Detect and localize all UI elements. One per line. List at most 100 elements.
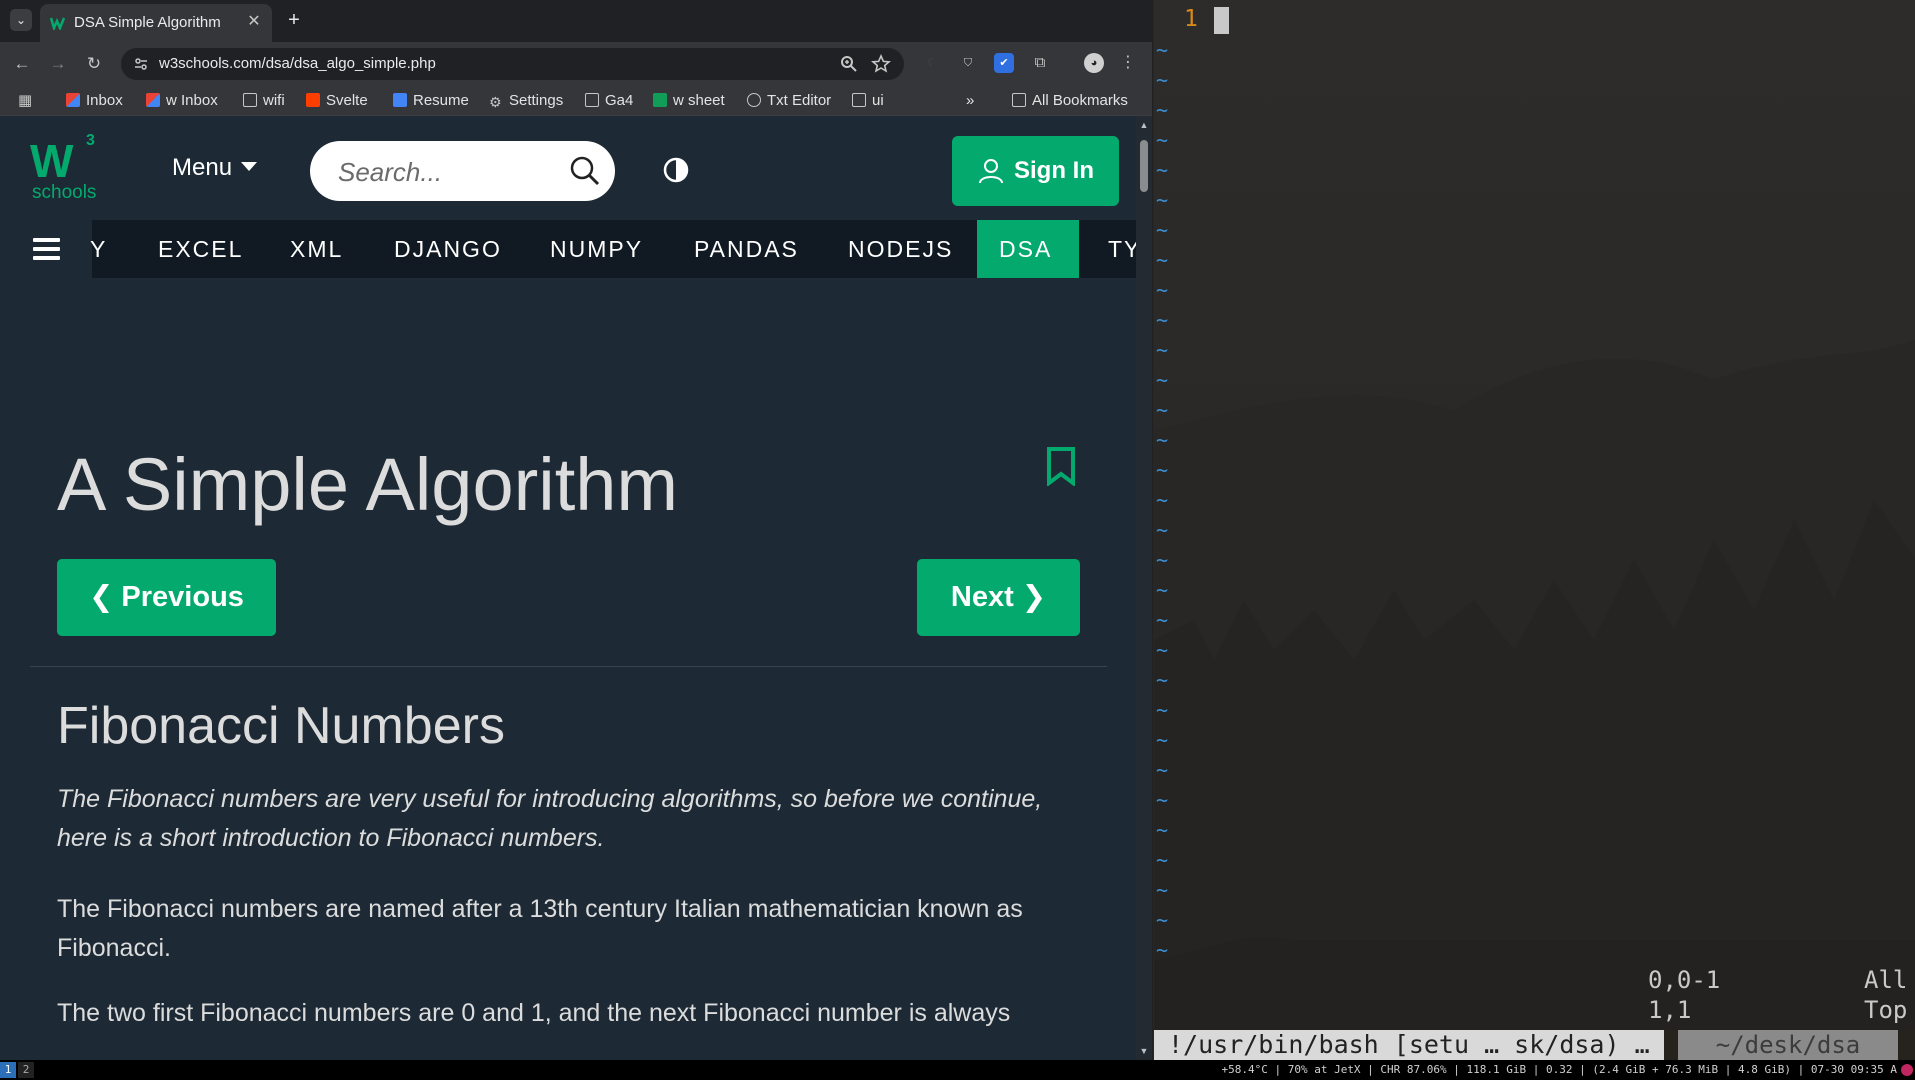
menu-button[interactable]: Menu bbox=[172, 154, 257, 182]
back-arrow-icon[interactable]: ← bbox=[10, 52, 34, 76]
topic-nav-item-numpy[interactable]: NUMPY bbox=[528, 220, 665, 278]
vim-ruler-position: 0,0-1 bbox=[1648, 966, 1721, 994]
close-icon[interactable]: ✕ bbox=[244, 12, 264, 32]
system-status-bar: 1 2 +58.4°C | 70% at JetX | CHR 87.06% |… bbox=[0, 1060, 1915, 1080]
all-bookmarks[interactable]: All Bookmarks bbox=[1012, 91, 1128, 111]
search-input[interactable]: Search... bbox=[310, 141, 615, 201]
topic-nav-item-nodejs[interactable]: NODEJS bbox=[826, 220, 975, 278]
scroll-thumb[interactable] bbox=[1140, 140, 1148, 192]
kebab-menu-icon[interactable]: ⋮ bbox=[1118, 53, 1138, 73]
topic-nav-item-pandas[interactable]: PANDAS bbox=[672, 220, 821, 278]
vim-tilde: ~ bbox=[1156, 308, 1169, 332]
vim-tilde: ~ bbox=[1156, 758, 1169, 782]
star-icon[interactable] bbox=[871, 54, 891, 74]
vim-tilde: ~ bbox=[1156, 368, 1169, 392]
search-icon[interactable] bbox=[569, 155, 601, 187]
vim-tilde: ~ bbox=[1156, 818, 1169, 842]
workspace-2[interactable]: 2 bbox=[18, 1062, 34, 1078]
bookmark-svelte[interactable]: Svelte bbox=[306, 91, 368, 111]
vim-tilde: ~ bbox=[1156, 158, 1169, 182]
site-header: W 3 schools Menu Search... Sign In bbox=[0, 116, 1136, 220]
topic-nav-item-dsa[interactable]: DSA bbox=[977, 220, 1079, 278]
workspace-1[interactable]: 1 bbox=[0, 1062, 16, 1078]
sign-in-button[interactable]: Sign In bbox=[952, 136, 1119, 206]
vim-tilde: ~ bbox=[1156, 398, 1169, 422]
forward-arrow-icon[interactable]: → bbox=[46, 52, 70, 76]
bookmark-settings[interactable]: ⚙ Settings bbox=[489, 91, 563, 111]
menu-label: Menu bbox=[172, 154, 233, 181]
vim-tilde: ~ bbox=[1156, 68, 1169, 92]
bookmark-label: Resume bbox=[413, 92, 469, 109]
page-scrollbar[interactable]: ▲ ▼ bbox=[1136, 116, 1152, 1060]
section-heading: Fibonacci Numbers bbox=[57, 697, 505, 755]
tab-search-button[interactable]: ⌄ bbox=[10, 9, 32, 31]
vim-ruler-position: 1,1 bbox=[1648, 996, 1692, 1024]
previous-button[interactable]: ❮ Previous bbox=[57, 559, 276, 636]
reload-icon[interactable]: ↻ bbox=[82, 52, 106, 76]
bookmark-inbox[interactable]: Inbox bbox=[66, 91, 123, 111]
profile-avatar[interactable]: ◕ bbox=[1084, 53, 1104, 73]
vim-tilde: ~ bbox=[1156, 578, 1169, 602]
bookmark-label: w sheet bbox=[673, 92, 725, 109]
bookmark-resume[interactable]: Resume bbox=[393, 91, 469, 111]
caret-down-icon bbox=[240, 162, 257, 171]
body-paragraph-cut: The two first Fibonacci numbers are 0 an… bbox=[57, 999, 1011, 1027]
gear-icon: ⚙ bbox=[489, 94, 502, 110]
vim-tilde: ~ bbox=[1156, 488, 1169, 512]
vim-tilde: ~ bbox=[1156, 698, 1169, 722]
url-text[interactable]: w3schools.com/dsa/dsa_algo_simple.php bbox=[159, 55, 436, 72]
vim-tilde: ~ bbox=[1156, 668, 1169, 692]
folder-icon bbox=[852, 93, 866, 107]
scroll-down-icon[interactable]: ▼ bbox=[1139, 1046, 1149, 1056]
bookmark-ga4[interactable]: Ga4 bbox=[585, 91, 633, 111]
browser-toolbar: ← → ↻ w3schools.com/dsa/dsa_algo_simple.… bbox=[0, 42, 1152, 86]
vim-tilde: ~ bbox=[1156, 128, 1169, 152]
site-settings-icon[interactable] bbox=[133, 56, 149, 72]
bookmark-ui[interactable]: ui bbox=[852, 91, 884, 111]
bookmark-label: Txt Editor bbox=[767, 92, 832, 109]
puzzle-extensions-icon[interactable]: ⧉ bbox=[1030, 53, 1050, 73]
bookmark-label: w Inbox bbox=[166, 92, 218, 109]
scroll-up-icon[interactable]: ▲ bbox=[1139, 120, 1149, 130]
bookmark-w-sheet[interactable]: w sheet bbox=[653, 91, 725, 111]
topic-nav-item-excel[interactable]: EXCEL bbox=[136, 220, 265, 278]
vim-tilde: ~ bbox=[1156, 218, 1169, 242]
bookmark-w-inbox[interactable]: w Inbox bbox=[146, 91, 218, 111]
topic-nav-item-django[interactable]: DJANGO bbox=[372, 220, 524, 278]
tray-icon[interactable] bbox=[1901, 1064, 1913, 1076]
next-button[interactable]: Next ❯ bbox=[917, 559, 1080, 636]
search-placeholder: Search... bbox=[338, 157, 443, 187]
bookmark-txt-editor[interactable]: Txt Editor bbox=[747, 91, 831, 111]
bookmark-wifi[interactable]: wifi bbox=[243, 91, 285, 111]
topic-nav-item-xml[interactable]: XML bbox=[268, 220, 365, 278]
zoom-icon[interactable] bbox=[839, 54, 859, 74]
address-bar[interactable]: w3schools.com/dsa/dsa_algo_simple.php bbox=[121, 48, 904, 80]
vim-tilde: ~ bbox=[1156, 788, 1169, 812]
apps-grid-icon[interactable]: ▦ bbox=[18, 91, 32, 111]
check-extension-icon[interactable]: ✔ bbox=[994, 53, 1014, 73]
web-page: W 3 schools Menu Search... Sign In Y EXC… bbox=[0, 116, 1136, 1060]
vim-cursor bbox=[1214, 7, 1229, 34]
vim-tilde: ~ bbox=[1156, 278, 1169, 302]
topic-nav-item[interactable]: Y bbox=[68, 220, 129, 278]
w3schools-logo[interactable]: W 3 schools bbox=[30, 132, 104, 204]
bookmarks-bar: ▦ Inbox w Inbox wifi Svelte Resume ⚙ Sett… bbox=[0, 86, 1152, 116]
vim-tilde: ~ bbox=[1156, 248, 1169, 272]
folder-icon bbox=[585, 93, 599, 107]
shield-extension-icon[interactable]: ⛉ bbox=[958, 53, 978, 73]
browser-tab[interactable]: DSA Simple Algorithm ✕ bbox=[40, 4, 272, 42]
docs-icon bbox=[393, 93, 407, 107]
divider bbox=[30, 666, 1107, 667]
vim-editor[interactable]: 1 ~ ~ ~ ~ ~ ~ ~ ~ ~ ~ ~ ~ ~ ~ ~ ~ ~ ~ ~ ~ ~ ~ ~ ~ ~ ~ ~ ~ ~ ~ ~ 0,0-1 … bbox=[1153, 0, 1915, 1060]
contrast-toggle-icon[interactable] bbox=[662, 156, 690, 184]
vim-tilde: ~ bbox=[1156, 938, 1169, 962]
bookmark-icon[interactable] bbox=[1045, 446, 1077, 486]
all-bookmarks-label: All Bookmarks bbox=[1032, 92, 1128, 109]
new-tab-button[interactable]: + bbox=[283, 9, 305, 31]
topic-nav-item-ty[interactable]: TY bbox=[1086, 220, 1136, 278]
moon-extension-icon[interactable]: ☾ bbox=[922, 53, 942, 73]
tmux-pane-title: !/usr/bin/bash [setu … sk/dsa) … bbox=[1154, 1030, 1664, 1060]
page-title: A Simple Algorithm bbox=[57, 443, 679, 526]
bookmarks-overflow-button[interactable]: » bbox=[966, 91, 974, 111]
sign-in-label: Sign In bbox=[1014, 157, 1094, 184]
